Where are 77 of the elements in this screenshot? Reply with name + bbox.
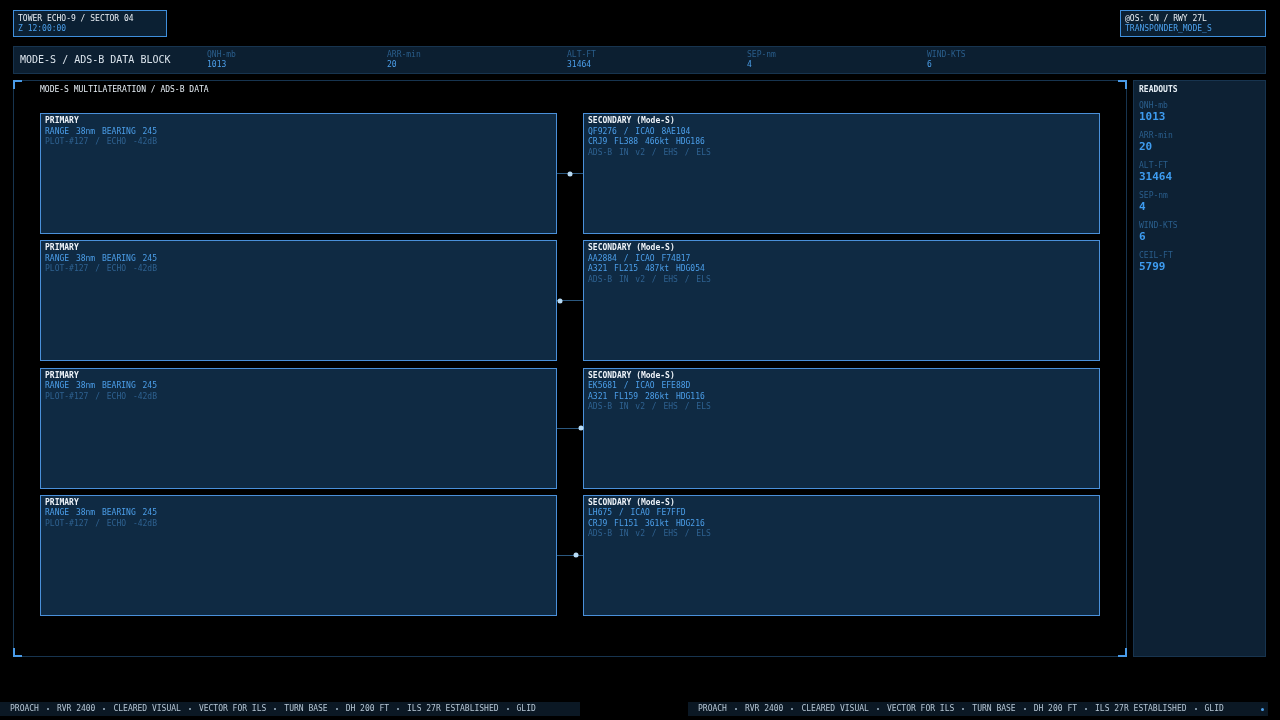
readout-value: 5799 bbox=[1139, 260, 1166, 273]
readouts-title: READOUTS bbox=[1139, 85, 1178, 95]
capability-text: ADS-B IN v2 / EHS / ELS bbox=[588, 147, 711, 158]
capability-text: ADS-B IN v2 / EHS / ELS bbox=[588, 529, 711, 540]
transponder-mode: TRANSPONDER_MODE_S bbox=[1125, 23, 1212, 34]
metric-label: ALT-FT bbox=[567, 50, 596, 60]
panel-title: MODE-S MULTILATERATION / ADS-B DATA bbox=[40, 84, 209, 95]
clock-time: Z 12:00:00 bbox=[18, 23, 67, 34]
flight-ident-text: AA2884 / ICAO F74B17 bbox=[588, 253, 691, 264]
plot-echo-text: PLOT-#127 / ECHO -42dB bbox=[45, 137, 157, 148]
range-bearing-text: RANGE 38nm BEARING 245 bbox=[45, 381, 157, 392]
ticker-item: DH 200 FT bbox=[345, 704, 390, 714]
card-heading: PRIMARY bbox=[45, 498, 79, 508]
ticker-item: VECTOR FOR ILS bbox=[886, 704, 955, 714]
plot-echo-text: PLOT-#127 / ECHO -42dB bbox=[45, 264, 157, 275]
metric-label: ARR-min bbox=[387, 50, 421, 60]
plot-echo-text: PLOT-#127 / ECHO -42dB bbox=[45, 519, 157, 530]
header-title: MODE-S / ADS-B DATA BLOCK bbox=[19, 54, 172, 66]
readout-value: 6 bbox=[1139, 230, 1146, 243]
ticker-item: DH 200 FT bbox=[1033, 704, 1078, 714]
metric-label: WIND-KTS bbox=[927, 50, 966, 60]
metric-value: 20 bbox=[387, 60, 397, 70]
ticker-item: RVR 2400 bbox=[744, 704, 784, 714]
capability-text: ADS-B IN v2 / EHS / ELS bbox=[588, 274, 711, 286]
ticker-item: PROACH bbox=[10, 704, 39, 714]
metric-label: QNH-mb bbox=[207, 50, 236, 60]
flight-data-text: CRJ9 FL151 361kt HDG216 bbox=[588, 519, 705, 529]
card-heading: SECONDARY (Mode-S) bbox=[588, 370, 675, 381]
metric-value: 31464 bbox=[567, 60, 592, 70]
station-title: TOWER ECHO-9 / SECTOR 04 bbox=[18, 13, 134, 24]
card-heading: PRIMARY bbox=[45, 243, 79, 254]
flight-ident-text: LH675 / ICAO FE7FFD bbox=[588, 508, 686, 519]
metric-label: SEP-nm bbox=[747, 50, 776, 60]
corner-bracket-icon bbox=[1118, 80, 1127, 89]
flight-data-text: CRJ9 FL388 466kt HDG186 bbox=[588, 137, 705, 148]
ticker-item: VECTOR FOR ILS bbox=[198, 704, 267, 714]
range-bearing-text: RANGE 38nm BEARING 245 bbox=[45, 508, 157, 519]
ticker-item: CLEARED VISUAL bbox=[801, 704, 869, 714]
readout-value: 1013 bbox=[1139, 110, 1166, 123]
ticker-item: PROACH bbox=[698, 704, 727, 714]
corner-bracket-icon bbox=[13, 80, 22, 89]
readout-label: SEP-nm bbox=[1139, 191, 1168, 200]
card-heading: SECONDARY (Mode-S) bbox=[588, 498, 675, 508]
ticker-item: CLEARED VISUAL bbox=[113, 704, 181, 714]
metric-value: 1013 bbox=[207, 60, 227, 70]
card-heading: SECONDARY (Mode-S) bbox=[588, 243, 675, 254]
metric-value: 6 bbox=[927, 60, 932, 70]
ticker-item: GLID bbox=[1204, 704, 1224, 714]
ticker-item: TURN BASE bbox=[972, 704, 1016, 714]
flight-data-text: A321 FL215 487kt HDG054 bbox=[588, 264, 705, 275]
range-bearing-text: RANGE 38nm BEARING 245 bbox=[45, 126, 157, 137]
ticker-item: RVR 2400 bbox=[56, 704, 96, 714]
corner-bracket-icon bbox=[1118, 648, 1127, 657]
ticker-item: GLID bbox=[516, 704, 536, 714]
metric-value: 4 bbox=[747, 60, 752, 70]
plot-echo-text: PLOT-#127 / ECHO -42dB bbox=[45, 391, 157, 403]
readout-value: 4 bbox=[1139, 200, 1146, 213]
card-heading: PRIMARY bbox=[45, 116, 79, 127]
readout-value: 20 bbox=[1139, 140, 1153, 153]
corner-bracket-icon bbox=[13, 648, 22, 657]
ticker-item: TURN BASE bbox=[284, 704, 328, 714]
status-title: @OS: CN / RWY 27L bbox=[1125, 13, 1207, 24]
readout-label: WIND-KTS bbox=[1139, 221, 1178, 230]
readout-label: QNH-mb bbox=[1139, 101, 1168, 110]
flight-data-text: A321 FL159 286kt HDG116 bbox=[588, 391, 705, 402]
readout-label: ARR-min bbox=[1139, 131, 1173, 140]
ticker-item: ILS 27R ESTABLISHED bbox=[1095, 704, 1187, 714]
range-bearing-text: RANGE 38nm BEARING 245 bbox=[45, 253, 157, 264]
flight-ident-text: QF9276 / ICAO 8AE104 bbox=[588, 126, 691, 137]
readout-label: CEIL-FT bbox=[1139, 251, 1173, 260]
readout-label: ALT-FT bbox=[1139, 161, 1168, 170]
capability-text: ADS-B IN v2 / EHS / ELS bbox=[588, 402, 711, 413]
flight-ident-text: EK5681 / ICAO EFE88D bbox=[588, 381, 691, 392]
ticker-item: ILS 27R ESTABLISHED bbox=[407, 704, 499, 714]
card-heading: PRIMARY bbox=[45, 370, 79, 381]
readout-value: 31464 bbox=[1139, 170, 1173, 183]
card-heading: SECONDARY (Mode-S) bbox=[588, 116, 675, 127]
